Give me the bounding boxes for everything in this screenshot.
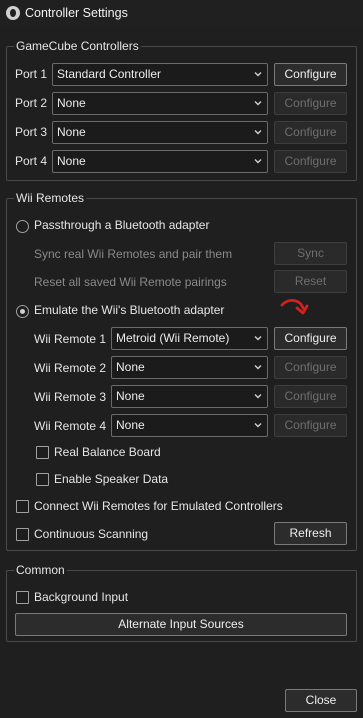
port-4-dropdown[interactable]: None bbox=[52, 150, 268, 173]
sync-description: Sync real Wii Remotes and pair them bbox=[34, 247, 233, 261]
window-title: Controller Settings bbox=[25, 6, 128, 20]
port-2-value: None bbox=[57, 96, 86, 110]
port-2-configure-button[interactable]: Configure bbox=[274, 92, 347, 115]
wii-remote-2-configure-button[interactable]: Configure bbox=[274, 356, 347, 379]
speaker-data-checkbox[interactable] bbox=[36, 473, 49, 486]
continuous-scanning-label: Continuous Scanning bbox=[34, 527, 149, 541]
chevron-down-icon bbox=[254, 157, 262, 165]
wii-remote-3-value: None bbox=[116, 389, 145, 403]
port-1-value: Standard Controller bbox=[57, 67, 162, 81]
port-3-label: Port 3 bbox=[15, 125, 48, 139]
emulate-radio[interactable] bbox=[16, 305, 29, 318]
port-4-label: Port 4 bbox=[15, 154, 48, 168]
balance-board-label: Real Balance Board bbox=[54, 445, 161, 459]
chevron-down-icon bbox=[254, 128, 262, 136]
close-button[interactable]: Close bbox=[285, 689, 357, 712]
wii-remote-3-dropdown[interactable]: None bbox=[111, 385, 268, 408]
red-curved-arrow-icon bbox=[279, 297, 309, 319]
common-group: Common Background Input Alternate Input … bbox=[6, 563, 357, 642]
wii-group-title: Wii Remotes bbox=[14, 191, 87, 205]
sync-button[interactable]: Sync bbox=[274, 242, 347, 265]
port-2-dropdown[interactable]: None bbox=[52, 92, 268, 115]
title-bar: Controller Settings bbox=[0, 0, 363, 27]
chevron-down-icon bbox=[254, 392, 262, 400]
port-1-configure-button[interactable]: Configure bbox=[274, 63, 347, 86]
refresh-button[interactable]: Refresh bbox=[274, 522, 347, 545]
port-3-configure-button[interactable]: Configure bbox=[274, 121, 347, 144]
passthrough-radio[interactable] bbox=[16, 220, 29, 233]
port-4-value: None bbox=[57, 154, 86, 168]
wii-remote-4-configure-button[interactable]: Configure bbox=[274, 414, 347, 437]
port-1-dropdown[interactable]: Standard Controller bbox=[52, 63, 268, 86]
speaker-data-label: Enable Speaker Data bbox=[54, 472, 169, 486]
chevron-down-icon bbox=[254, 421, 262, 429]
dolphin-logo-icon bbox=[6, 6, 20, 20]
chevron-down-icon bbox=[254, 334, 262, 342]
reset-description: Reset all saved Wii Remote pairings bbox=[34, 275, 227, 289]
wii-remote-3-label: Wii Remote 3 bbox=[34, 390, 107, 404]
connect-emulated-checkbox[interactable] bbox=[16, 500, 29, 513]
wii-remote-4-label: Wii Remote 4 bbox=[34, 419, 107, 433]
wii-remote-4-dropdown[interactable]: None bbox=[111, 414, 268, 437]
wii-remote-4-value: None bbox=[116, 418, 145, 432]
port-1-label: Port 1 bbox=[15, 67, 48, 81]
wii-remote-1-configure-button[interactable]: Configure bbox=[274, 327, 347, 350]
wii-remotes-group: Wii Remotes Passthrough a Bluetooth adap… bbox=[6, 191, 357, 551]
port-3-dropdown[interactable]: None bbox=[52, 121, 268, 144]
wii-remote-1-dropdown[interactable]: Metroid (Wii Remote) bbox=[111, 327, 268, 350]
chevron-down-icon bbox=[254, 99, 262, 107]
chevron-down-icon bbox=[254, 70, 262, 78]
wii-remote-1-value: Metroid (Wii Remote) bbox=[116, 331, 230, 345]
background-input-checkbox[interactable] bbox=[16, 591, 29, 604]
common-group-title: Common bbox=[14, 563, 67, 577]
wii-remote-3-configure-button[interactable]: Configure bbox=[274, 385, 347, 408]
port-2-label: Port 2 bbox=[15, 96, 48, 110]
reset-button[interactable]: Reset bbox=[274, 270, 347, 293]
wii-remote-2-value: None bbox=[116, 360, 145, 374]
background-input-label: Background Input bbox=[34, 590, 129, 604]
wii-remote-1-label: Wii Remote 1 bbox=[34, 332, 107, 346]
balance-board-checkbox[interactable] bbox=[36, 446, 49, 459]
passthrough-label: Passthrough a Bluetooth adapter bbox=[34, 218, 210, 232]
continuous-scanning-checkbox[interactable] bbox=[16, 528, 29, 541]
gamecube-group-title: GameCube Controllers bbox=[14, 39, 141, 53]
port-3-value: None bbox=[57, 125, 86, 139]
gamecube-controllers-group: GameCube Controllers Port 1 Standard Con… bbox=[6, 39, 357, 181]
emulate-label: Emulate the Wii's Bluetooth adapter bbox=[34, 303, 225, 317]
chevron-down-icon bbox=[254, 363, 262, 371]
alternate-input-sources-button[interactable]: Alternate Input Sources bbox=[15, 613, 347, 636]
connect-emulated-label: Connect Wii Remotes for Emulated Control… bbox=[34, 499, 283, 513]
wii-remote-2-dropdown[interactable]: None bbox=[111, 356, 268, 379]
port-4-configure-button[interactable]: Configure bbox=[274, 150, 347, 173]
wii-remote-2-label: Wii Remote 2 bbox=[34, 361, 107, 375]
